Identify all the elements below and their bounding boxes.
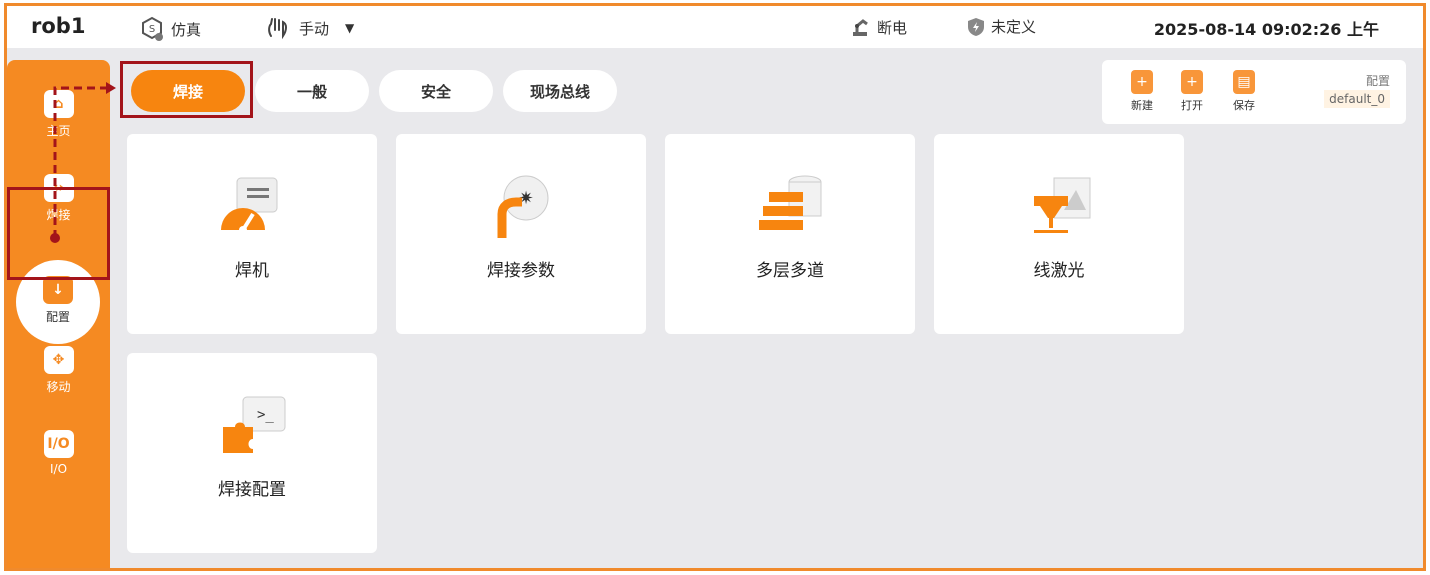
sidebar-highlight-box [7, 187, 110, 280]
sidebar-item-home[interactable]: ⌂ 主页 [7, 90, 110, 139]
config-icon: ↓ [43, 276, 73, 304]
card-multilayer[interactable]: 多层多道 [665, 134, 915, 334]
tab-highlight-box [120, 61, 253, 118]
power-label: 断电 [877, 18, 908, 37]
datetime: 2025-08-14 09:02:26 上午 [1153, 20, 1379, 39]
sidebar-item-label: I/O [49, 462, 68, 476]
save-label: 保存 [1233, 99, 1255, 112]
sidebar-item-label: 配置 [45, 310, 70, 324]
mode-label: 手动 [299, 19, 330, 38]
sidebar-item-move[interactable]: ✥ 移动 [7, 346, 110, 395]
config-value[interactable]: default_0 [1324, 90, 1390, 108]
hand-icon [268, 18, 287, 40]
io-icon: I/O [43, 430, 74, 458]
card-label: 焊接配置 [218, 480, 286, 500]
config-label: 配置 [1365, 74, 1390, 88]
open-label: 打开 [1181, 99, 1203, 112]
simulation-icon: S [142, 16, 163, 41]
robot-arm-icon [853, 19, 868, 36]
multilayer-icon [759, 175, 822, 230]
safety-label: 未定义 [991, 18, 1037, 36]
tab-safety[interactable]: 安全 [379, 70, 493, 112]
tab-general[interactable]: 一般 [255, 70, 369, 112]
new-label: 新建 [1131, 99, 1153, 112]
tab-fieldbus[interactable]: 现场总线 [503, 70, 617, 112]
card-label: 多层多道 [756, 261, 824, 281]
line-laser-icon [1034, 177, 1091, 233]
config-toolbox: + 新建 + 打开 ▤ 保存 配置 default_0 [1102, 60, 1406, 124]
app-window: rob1 S 仿真 手动 ▼ 断电 未定义 2025-08-14 09:02:2… [4, 3, 1426, 571]
save-icon: ▤ [1233, 70, 1255, 94]
open-button[interactable]: + 打开 [1174, 70, 1210, 113]
card-welder[interactable]: 焊机 [127, 134, 377, 334]
folder-icon: + [1181, 70, 1203, 94]
weld-params-icon: ✷ [497, 175, 549, 238]
card-line-laser[interactable]: 线激光 [934, 134, 1184, 334]
sidebar: ⌂ 主页 ‹› 焊接 ↓ 配置 ✥ 移动 I/O I/O [7, 60, 110, 568]
card-label: 焊接参数 [487, 261, 555, 281]
mode-selector[interactable]: 手动 ▼ [265, 16, 354, 40]
card-label: 焊机 [235, 261, 269, 281]
svg-text:S: S [149, 24, 155, 35]
new-button[interactable]: + 新建 [1124, 70, 1160, 113]
sidebar-item-label: 主页 [46, 124, 71, 138]
simulation-label: 仿真 [171, 20, 202, 39]
new-file-icon: + [1131, 70, 1153, 94]
card-weld-config[interactable]: >_ 焊接配置 [127, 353, 377, 553]
chevron-down-icon: ▼ [345, 21, 355, 35]
sidebar-item-label: 移动 [46, 380, 71, 394]
weld-config-icon: >_ [223, 396, 286, 453]
home-icon: ⌂ [43, 90, 74, 118]
card-label: 线激光 [1033, 261, 1085, 281]
card-weld-params[interactable]: ✷ 焊接参数 [396, 134, 646, 334]
welder-icon [221, 177, 278, 234]
shield-icon [968, 17, 984, 36]
power-status: 断电 [849, 16, 907, 38]
move-icon: ✥ [43, 346, 74, 374]
save-button[interactable]: ▤ 保存 [1226, 70, 1262, 113]
robot-title: rob1 [31, 14, 86, 38]
simulation-indicator[interactable]: S 仿真 [139, 16, 201, 42]
svg-text:>_: >_ [257, 407, 274, 423]
safety-status: 未定义 [967, 16, 1036, 37]
top-bar: rob1 S 仿真 手动 ▼ 断电 未定义 2025-08-14 09:02:2… [7, 6, 1423, 48]
sidebar-item-io[interactable]: I/O I/O [7, 430, 110, 476]
